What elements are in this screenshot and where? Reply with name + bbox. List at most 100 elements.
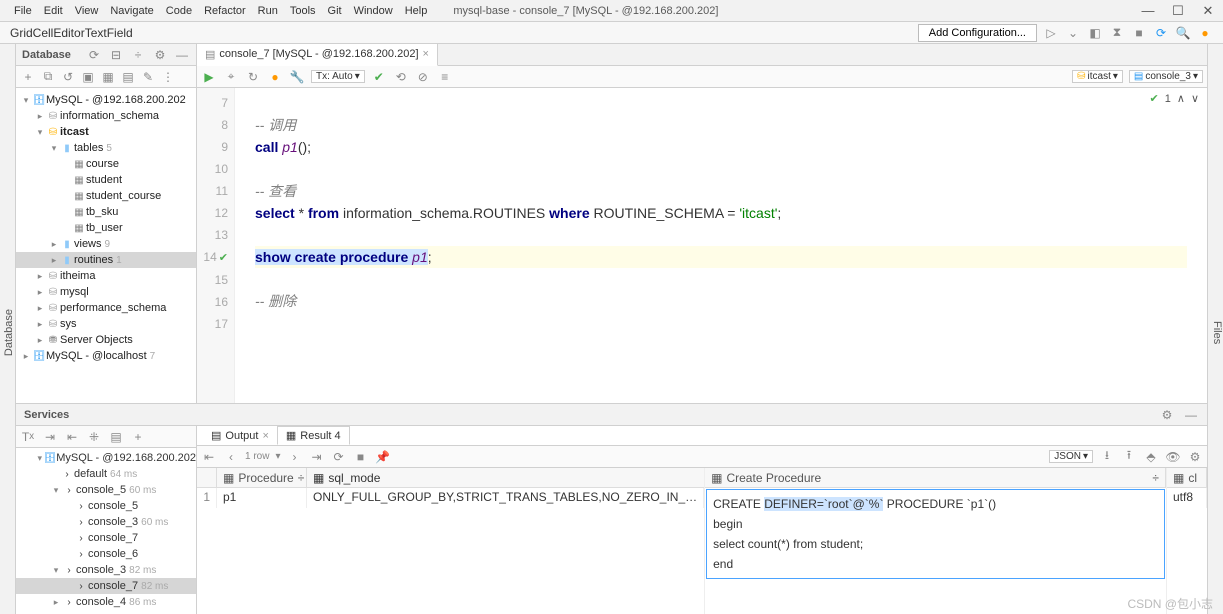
coverage-icon[interactable]: ◧ (1087, 25, 1103, 41)
settings-icon[interactable]: ⚙ (152, 47, 168, 63)
last-page-icon[interactable]: ⇥ (308, 449, 324, 465)
menu-tools[interactable]: Tools (284, 3, 322, 19)
edit-icon[interactable]: ✎ (140, 69, 156, 85)
find-icon[interactable]: ⁜ (86, 429, 102, 445)
more-icon[interactable]: ⋮ (160, 69, 176, 85)
gear-icon[interactable]: ⚙ (1159, 407, 1175, 423)
stop2-icon[interactable]: ▣ (80, 69, 96, 85)
console-selector[interactable]: ▤ console_3 ▾ (1129, 70, 1203, 83)
next-page-icon[interactable]: › (286, 449, 302, 465)
svc-c5[interactable]: console_5 (76, 484, 126, 496)
svc-default[interactable]: default (74, 468, 107, 480)
tree-info-schema[interactable]: information_schema (60, 110, 159, 122)
menu-view[interactable]: View (69, 3, 105, 19)
import-icon[interactable]: ⭱ (1121, 449, 1137, 465)
rollback-icon[interactable]: ⟲ (393, 69, 409, 85)
eye-icon[interactable]: 👁 (1165, 449, 1181, 465)
tree-sys[interactable]: sys (60, 318, 77, 330)
services-tree[interactable]: ▾🗄MySQL - @192.168.200.202 ›default64 ms… (16, 448, 196, 614)
cell-procedure[interactable]: p1 (217, 488, 307, 508)
filter-icon[interactable]: ▦ (100, 69, 116, 85)
tab-result[interactable]: ▦Result 4 (277, 426, 350, 445)
tree-student[interactable]: student (86, 174, 122, 186)
view-mode-selector[interactable]: JSON ▾ (1049, 450, 1093, 463)
search-icon[interactable]: 🔍 (1175, 25, 1191, 41)
tree-itcast[interactable]: itcast (60, 126, 89, 138)
svc-c6a[interactable]: console_6 (88, 548, 138, 560)
cell-sql-mode[interactable]: ONLY_FULL_GROUP_BY,STRICT_TRANS_TABLES,N… (307, 488, 704, 508)
menu-window[interactable]: Window (348, 3, 399, 19)
collapse-icon[interactable]: ⊟ (108, 47, 124, 63)
filter2-icon[interactable]: ▤ (108, 429, 124, 445)
code-editor[interactable]: -- 调用 call p1(); -- 查看 select * from inf… (235, 88, 1207, 403)
tree-tables[interactable]: tables (74, 142, 103, 154)
divide-icon[interactable]: ÷ (130, 47, 146, 63)
tree-views[interactable]: views (74, 238, 102, 250)
close-tab-icon[interactable]: × (423, 48, 429, 60)
reload-icon[interactable]: ⟳ (330, 449, 346, 465)
svc-c3a[interactable]: console_3 (88, 516, 138, 528)
svc-c4[interactable]: console_4 (76, 596, 126, 608)
cancel-icon[interactable]: ⊘ (415, 69, 431, 85)
tree-routines[interactable]: routines (74, 254, 113, 266)
files-tool-tab[interactable]: Files (1211, 321, 1223, 344)
cell-cl[interactable]: utf8 (1167, 488, 1207, 508)
tree-tb-user[interactable]: tb_user (86, 222, 123, 234)
tree-performance-schema[interactable]: performance_schema (60, 302, 166, 314)
execute-marker-icon[interactable]: ✔ (219, 252, 228, 264)
tab-output[interactable]: ▤Output× (203, 427, 277, 444)
history-icon[interactable]: ↻ (245, 69, 261, 85)
svc-c5a[interactable]: console_5 (88, 500, 138, 512)
menu-navigate[interactable]: Navigate (104, 3, 159, 19)
minimize-icon[interactable]: — (1141, 4, 1155, 18)
add-configuration-button[interactable]: Add Configuration... (918, 24, 1037, 42)
explain-icon[interactable]: ⌖ (223, 69, 239, 85)
menu-help[interactable]: Help (399, 3, 434, 19)
sync-icon[interactable]: ↺ (60, 69, 76, 85)
pin-icon[interactable]: 📌 (374, 449, 390, 465)
col-create-procedure[interactable]: Create Procedure (726, 471, 821, 485)
tx-mode-selector[interactable]: Tx: Auto ▾ (311, 70, 365, 83)
menu-run[interactable]: Run (252, 3, 284, 19)
view-icon[interactable]: ▤ (120, 69, 136, 85)
add2-icon[interactable]: + (130, 429, 146, 445)
maximize-icon[interactable]: ☐ (1171, 4, 1185, 18)
split-icon[interactable]: ⇥ (42, 429, 58, 445)
compare-icon[interactable]: ⬘ (1143, 449, 1159, 465)
vcs-update-icon[interactable]: ⟳ (1153, 25, 1169, 41)
menu-file[interactable]: File (8, 3, 38, 19)
commit-icon[interactable]: ● (267, 69, 283, 85)
stop3-icon[interactable]: ■ (352, 449, 368, 465)
profile-icon[interactable]: ⧗ (1109, 25, 1125, 41)
stop-icon[interactable]: ■ (1131, 25, 1147, 41)
export-icon[interactable]: ⭳ (1099, 449, 1115, 465)
hide-icon[interactable]: — (174, 47, 190, 63)
tree-tb-sku[interactable]: tb_sku (86, 206, 118, 218)
schema-selector[interactable]: ⛁ itcast ▾ (1072, 70, 1123, 83)
database-tree[interactable]: ▾🗄MySQL - @192.168.200.202 ▸⛁information… (16, 88, 196, 403)
refresh-icon[interactable]: ⟳ (86, 47, 102, 63)
first-page-icon[interactable]: ⇤ (201, 449, 217, 465)
cell-create-procedure[interactable]: CREATE DEFINER=`root`@`%` PROCEDURE `p1`… (706, 489, 1165, 579)
run-icon[interactable]: ▷ (1043, 25, 1059, 41)
tx-icon[interactable]: Tx (20, 429, 36, 445)
commit2-icon[interactable]: ✔ (371, 69, 387, 85)
database-tool-tab[interactable]: Database (3, 309, 15, 356)
add-icon[interactable]: + (20, 69, 36, 85)
editor-tab[interactable]: ▤ console_7 [MySQL - @192.168.200.202] × (197, 44, 438, 66)
svc-c7a[interactable]: console_7 (88, 532, 138, 544)
close-icon[interactable]: ✕ (1201, 4, 1215, 18)
col-procedure[interactable]: Procedure (238, 471, 293, 485)
tree-datasource-2[interactable]: MySQL - @localhost (46, 350, 147, 362)
svc-c7[interactable]: console_7 (88, 580, 138, 592)
settings2-icon[interactable]: 🔧 (289, 69, 305, 85)
tree-course[interactable]: course (86, 158, 119, 170)
menu-code[interactable]: Code (160, 3, 198, 19)
tree-student-course[interactable]: student_course (86, 190, 161, 202)
svc-ds[interactable]: MySQL - @192.168.200.202 (56, 452, 196, 464)
debug-icon[interactable]: ⌄ (1065, 25, 1081, 41)
col-cl[interactable]: cl (1188, 471, 1197, 485)
tree-datasource[interactable]: MySQL - @192.168.200.202 (46, 94, 186, 106)
col-sql-mode[interactable]: sql_mode (328, 471, 380, 485)
collapse2-icon[interactable]: ⇤ (64, 429, 80, 445)
